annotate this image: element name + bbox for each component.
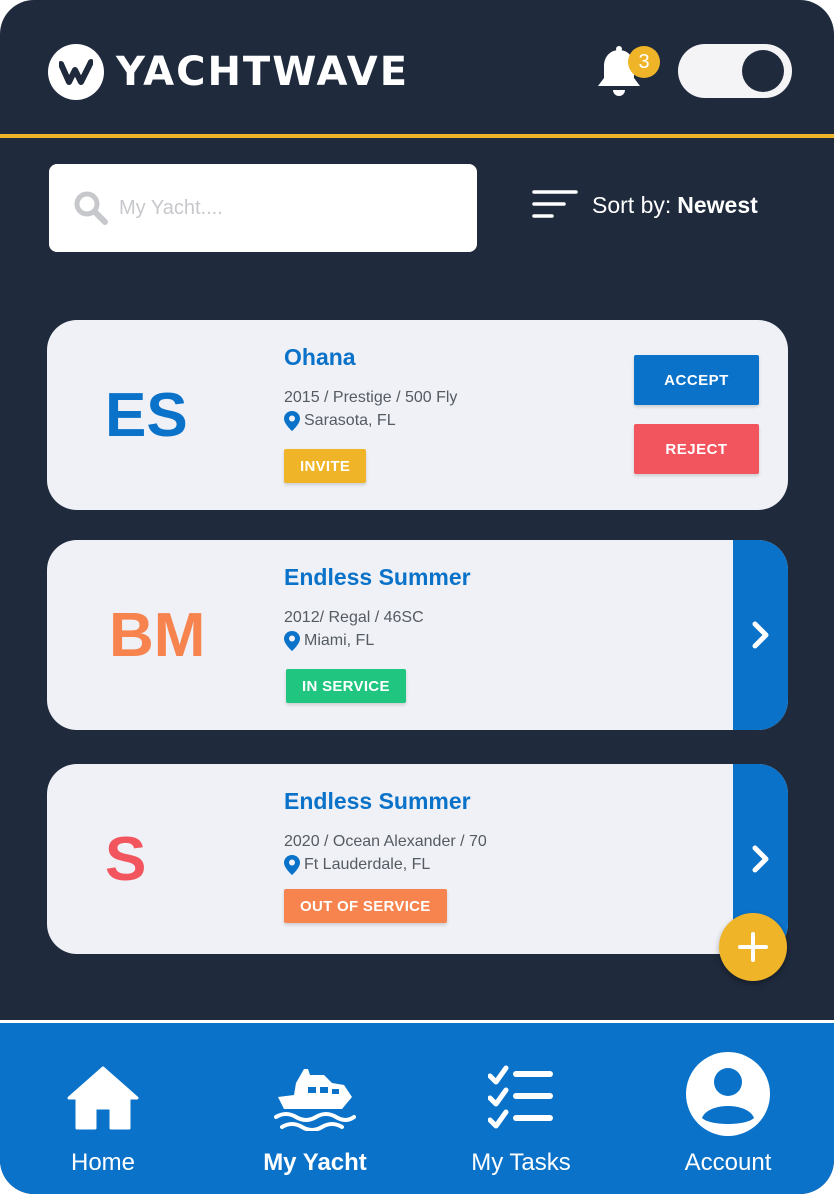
yacht-initials: S (105, 824, 147, 894)
toggle-knob (742, 50, 784, 92)
brand-logo: YACHTWAVE (48, 44, 409, 100)
location-text: Miami, FL (304, 632, 375, 649)
nav-item-my-tasks[interactable]: My Tasks (421, 1023, 621, 1194)
search-icon (74, 191, 108, 225)
sort-control[interactable]: Sort by: Newest (532, 188, 758, 222)
logo-mark-icon (48, 44, 104, 100)
app-header: YACHTWAVE 3 (0, 0, 834, 135)
app-screen: YACHTWAVE 3 Sort by: Newest (0, 0, 834, 1194)
tasks-icon (488, 1053, 554, 1143)
theme-toggle[interactable] (678, 44, 792, 98)
plus-icon (738, 932, 768, 962)
account-icon (684, 1045, 772, 1143)
nav-item-account[interactable]: Account (628, 1023, 828, 1194)
open-yacht-button[interactable] (733, 540, 788, 730)
yacht-info: Endless Summer 2012/ Regal / 46SC Miami,… (284, 564, 471, 651)
nav-item-my-yacht[interactable]: My Yacht (215, 1023, 415, 1194)
yacht-initials: ES (105, 380, 188, 450)
yacht-name[interactable]: Endless Summer (284, 564, 471, 591)
sort-label: Sort by: (592, 191, 672, 218)
nav-label: My Yacht (263, 1149, 367, 1176)
yacht-details: 2015 / Prestige / 500 Fly (284, 389, 458, 406)
yacht-icon (274, 1053, 356, 1143)
yacht-name[interactable]: Endless Summer (284, 788, 487, 815)
location-pin-icon (284, 411, 300, 431)
header-divider (0, 134, 834, 138)
sort-icon (532, 190, 578, 218)
home-icon (65, 1053, 141, 1143)
sort-value: Newest (677, 191, 758, 218)
location-text: Sarasota, FL (304, 412, 396, 429)
status-badge: IN SERVICE (286, 669, 406, 703)
yacht-details: 2020 / Ocean Alexander / 70 (284, 833, 487, 850)
yacht-location: Ft Lauderdale, FL (284, 855, 487, 875)
status-badge: INVITE (284, 449, 367, 483)
yacht-info: Endless Summer 2020 / Ocean Alexander / … (284, 788, 487, 875)
yacht-details: 2012/ Regal / 46SC (284, 609, 424, 626)
yacht-card[interactable]: BM Endless Summer 2012/ Regal / 46SC Mia… (47, 540, 788, 730)
search-box[interactable] (49, 164, 477, 252)
chevron-right-icon (752, 621, 768, 649)
brand-name: YACHTWAVE (116, 49, 410, 95)
nav-label: Home (70, 1149, 136, 1176)
yacht-initials: BM (109, 600, 206, 670)
notification-badge: 3 (628, 46, 660, 78)
location-pin-icon (284, 631, 300, 651)
yacht-card[interactable]: S Endless Summer 2020 / Ocean Alexander … (47, 764, 788, 954)
search-input[interactable] (119, 196, 459, 220)
status-badge: OUT OF SERVICE (284, 889, 447, 923)
accept-button[interactable]: ACCEPT (634, 355, 759, 405)
yacht-location: Miami, FL (284, 631, 471, 651)
yacht-location: Sarasota, FL (284, 411, 457, 431)
yacht-name[interactable]: Ohana (284, 344, 457, 371)
yacht-info: Ohana 2015 / Prestige / 500 Fly Sarasota… (284, 344, 457, 431)
yacht-card[interactable]: ES Ohana 2015 / Prestige / 500 Fly Saras… (47, 320, 788, 510)
location-pin-icon (284, 855, 300, 875)
reject-button[interactable]: REJECT (634, 424, 759, 474)
location-text: Ft Lauderdale, FL (304, 856, 431, 873)
nav-item-home[interactable]: Home (3, 1023, 203, 1194)
add-yacht-button[interactable] (719, 913, 787, 981)
nav-label: Account (684, 1149, 772, 1176)
chevron-right-icon (752, 845, 768, 873)
nav-label: My Tasks (471, 1149, 571, 1176)
bottom-nav: Home My Yacht My Tasks Account (0, 1020, 834, 1194)
